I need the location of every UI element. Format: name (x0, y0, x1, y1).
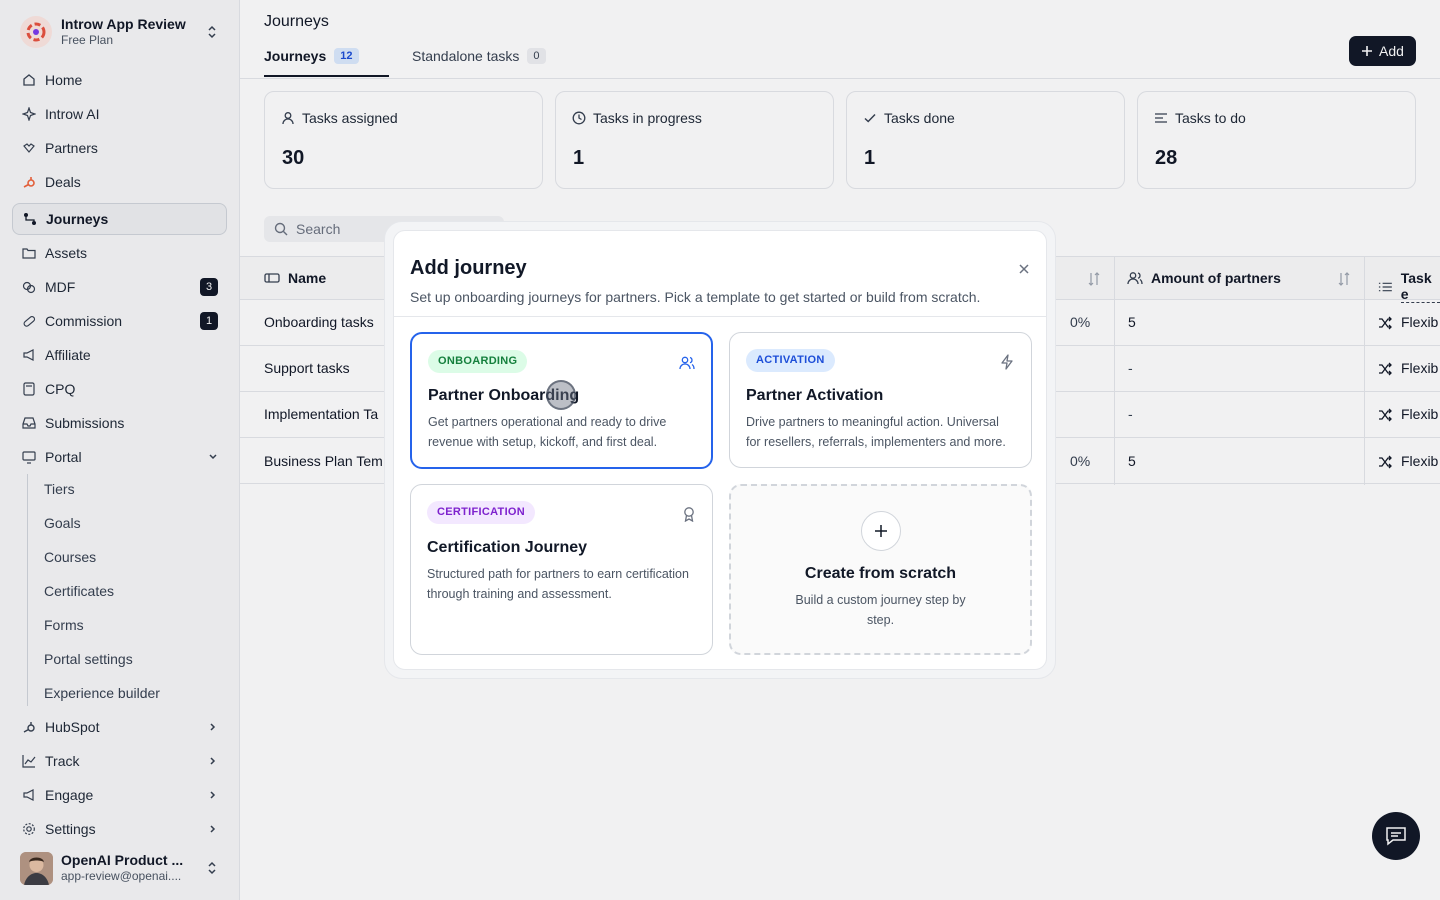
scratch-description: Build a custom journey step by step. (795, 593, 966, 627)
mouse-cursor (546, 380, 576, 410)
add-journey-panel: Add journey Set up onboarding journeys f… (393, 230, 1047, 670)
template-tag: ONBOARDING (428, 350, 528, 373)
users-icon (679, 356, 695, 370)
award-icon (684, 507, 694, 522)
add-journey-dialog: Add journey Set up onboarding journeys f… (384, 221, 1056, 679)
template-card-certification-journey[interactable]: CERTIFICATION Certification Journey Stru… (410, 484, 713, 655)
template-description: Drive partners to meaningful action. Uni… (746, 415, 1006, 449)
template-tag: CERTIFICATION (427, 501, 536, 524)
close-icon[interactable] (1016, 261, 1032, 277)
scratch-title: Create from scratch (804, 565, 957, 582)
template-card-partner-activation[interactable]: ACTIVATION Partner Activation Drive part… (729, 332, 1032, 468)
dialog-subtitle: Set up onboarding journeys for partners.… (410, 289, 981, 305)
template-tag: ACTIVATION (746, 349, 835, 372)
template-title: Partner Activation (746, 387, 884, 404)
dialog-title: Add journey (410, 257, 527, 279)
create-from-scratch-card[interactable]: Create from scratch Build a custom journ… (729, 484, 1032, 655)
plus-icon (861, 511, 901, 551)
lightning-icon (1001, 354, 1013, 370)
template-description: Get partners operational and ready to dr… (428, 415, 667, 449)
divider (394, 316, 1046, 317)
template-title: Certification Journey (427, 539, 588, 556)
template-description: Structured path for partners to earn cer… (427, 567, 689, 601)
